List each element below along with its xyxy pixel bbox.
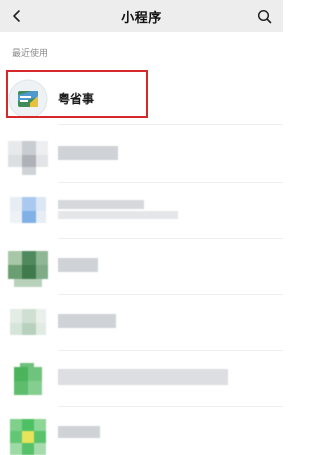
list-item[interactable] xyxy=(0,184,283,240)
highlight-box xyxy=(6,70,148,118)
pixelated-text xyxy=(58,211,178,219)
list-item[interactable] xyxy=(0,352,283,408)
pixelated-app-icon xyxy=(8,305,48,345)
pixelated-text xyxy=(58,426,100,438)
list-item[interactable] xyxy=(0,128,283,184)
mini-program-list: 最近使用 粤省事 xyxy=(0,32,283,455)
divider xyxy=(58,182,283,183)
list-item[interactable] xyxy=(0,408,283,455)
divider xyxy=(58,350,283,351)
pixelated-app-icon xyxy=(8,249,48,289)
divider xyxy=(58,238,283,239)
top-nav-bar: 小程序 xyxy=(0,0,283,32)
pixelated-app-icon xyxy=(8,137,48,177)
pixelated-app-icon xyxy=(8,193,48,233)
pixelated-text xyxy=(58,200,144,209)
page-title: 小程序 xyxy=(121,11,162,26)
section-label-recent: 最近使用 xyxy=(12,49,49,59)
back-button[interactable] xyxy=(6,5,28,27)
list-item[interactable] xyxy=(0,240,283,296)
chevron-left-icon xyxy=(13,10,20,22)
divider xyxy=(58,294,283,295)
search-button[interactable] xyxy=(253,5,275,27)
divider xyxy=(58,406,283,407)
pixelated-app-icon xyxy=(8,417,48,455)
pixelated-text xyxy=(58,314,116,328)
pixelated-app-icon xyxy=(8,361,48,401)
list-item[interactable] xyxy=(0,296,283,352)
pixelated-text xyxy=(58,146,118,160)
pixelated-text xyxy=(58,258,98,272)
search-icon xyxy=(257,9,271,23)
pixelated-text xyxy=(58,369,228,385)
divider xyxy=(58,124,283,125)
